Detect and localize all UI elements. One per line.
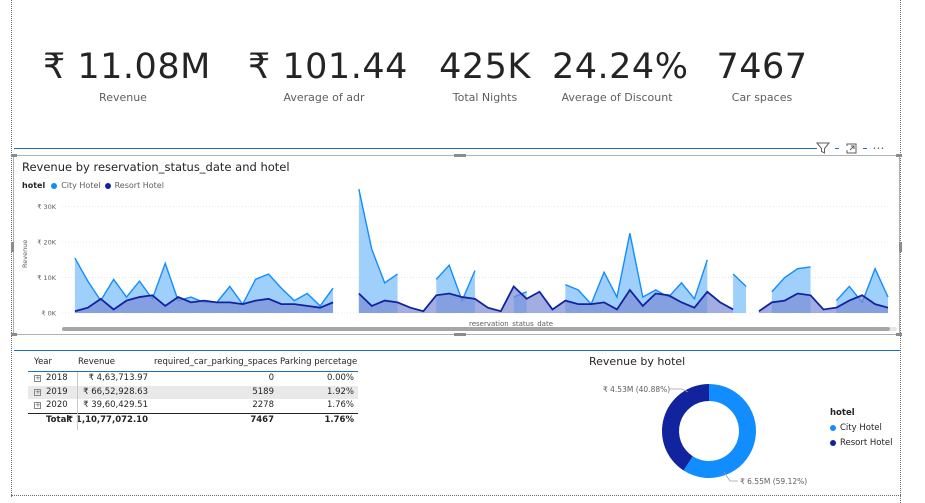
y-tick-label: ₹ 30K xyxy=(37,203,56,211)
kpi-label: Average of Discount xyxy=(561,91,673,104)
kpi-card-revenue[interactable]: ₹ 11.08M Revenue xyxy=(43,45,211,104)
donut-legend-item-resort-hotel[interactable]: Resort Hotel xyxy=(830,438,892,448)
donut-legend-title: hotel xyxy=(830,408,855,418)
expand-icon[interactable]: + xyxy=(34,375,41,382)
cell-revenue: ₹ 4,63,713.97 xyxy=(88,373,148,383)
kpi-label: Revenue xyxy=(99,91,147,104)
cell-year: 2018 xyxy=(46,373,68,383)
y-tick-label: ₹ 20K xyxy=(37,239,56,247)
cell-parking-percentage: 1.76% xyxy=(326,400,354,410)
kpi-card-average-discount[interactable]: 24.24% Average of Discount xyxy=(552,45,689,104)
page-border-bottom xyxy=(11,495,901,496)
kpi-label: Total Nights xyxy=(452,91,518,104)
focus-mode-icon[interactable] xyxy=(843,140,859,156)
horizontal-scrollbar-thumb[interactable] xyxy=(62,327,890,331)
donut-label-resort-hotel: ₹ 4.53M (40.88%) xyxy=(603,385,671,394)
expand-icon[interactable]: + xyxy=(34,388,41,396)
legend-label: City Hotel xyxy=(840,423,882,433)
kpi-value: 425K xyxy=(439,47,531,87)
cell-parking-percentage: 1.92% xyxy=(326,386,354,397)
legend-marker-resort-hotel xyxy=(830,440,836,446)
more-options-icon[interactable]: ⋯ xyxy=(871,140,887,156)
y-tick-label: ₹ 10K xyxy=(37,274,56,282)
cell-revenue: ₹ 66,52,928.63 xyxy=(83,386,148,397)
cell-total-parking-percentage: 1.76% xyxy=(324,414,355,425)
donut-legend-item-city-hotel[interactable]: City Hotel xyxy=(830,423,892,433)
cell-total-revenue: ₹ 1,10,77,072.10 xyxy=(67,414,148,425)
kpi-value: ₹ 101.44 xyxy=(248,47,408,87)
kpi-value: 7467 xyxy=(716,47,808,87)
y-tick-label: ₹ 0K xyxy=(41,310,56,318)
cell-parking-spaces: 0 xyxy=(268,373,274,383)
donut-chart-title: Revenue by hotel xyxy=(589,355,686,368)
column-header-parking-percentage[interactable]: Parking percetage xyxy=(280,355,357,369)
cell-parking-spaces: 5189 xyxy=(252,386,274,397)
matrix-table[interactable]: Year Revenue required_car_parking_spaces… xyxy=(28,355,358,435)
expand-icon[interactable]: + xyxy=(34,402,41,409)
kpi-card-average-adr[interactable]: ₹ 101.44 Average of adr xyxy=(248,45,408,104)
leader-line-city xyxy=(723,471,738,482)
leader-line-resort xyxy=(670,388,689,393)
donut-slice-resort-hotel[interactable] xyxy=(661,384,709,471)
cell-year: 2020 xyxy=(46,400,68,410)
area-chart-visual[interactable]: Revenue by reservation_status_date and h… xyxy=(11,154,902,336)
donut-label-city-hotel: ₹ 6.55M (59.12%) xyxy=(740,477,808,486)
cell-year: 2019 xyxy=(46,386,68,397)
cell-total-label: Total xyxy=(46,414,70,425)
series-area-city-hotel xyxy=(358,189,398,313)
column-header-year[interactable]: Year xyxy=(34,355,52,369)
legend-marker-city-hotel xyxy=(830,425,836,431)
y-axis-title: Revenue xyxy=(21,240,29,268)
filter-icon[interactable] xyxy=(815,140,831,156)
area-chart-plot: ₹ 0K ₹ 10K ₹ 20K ₹ 30K Revenue reservation_… xyxy=(21,188,897,331)
legend-label: Resort Hotel xyxy=(840,438,893,448)
cell-total-parking-spaces: 7467 xyxy=(250,414,274,425)
column-header-revenue[interactable]: Revenue xyxy=(78,355,115,369)
cell-parking-spaces: 2278 xyxy=(252,400,274,410)
table-header-row: Year Revenue required_car_parking_spaces… xyxy=(28,355,358,372)
kpi-label: Car spaces xyxy=(731,91,793,104)
kpi-value: ₹ 11.08M xyxy=(43,47,211,87)
cell-revenue: ₹ 39,60,429.51 xyxy=(83,400,148,410)
cell-parking-percentage: 0.00% xyxy=(326,373,354,383)
kpi-card-car-spaces[interactable]: 7467 Car spaces xyxy=(712,45,812,104)
x-axis-title: reservation_status_date xyxy=(469,320,553,328)
column-header-parking-spaces[interactable]: required_car_parking_spaces xyxy=(154,355,277,369)
donut-legend: hotel City Hotel Resort Hotel xyxy=(830,408,892,448)
column-divider xyxy=(77,372,78,430)
kpi-value: 24.24% xyxy=(552,47,689,87)
kpi-label: Average of adr xyxy=(283,91,365,104)
donut-slice-city-hotel[interactable] xyxy=(683,384,756,478)
section-divider xyxy=(14,350,900,351)
section-divider xyxy=(14,148,817,149)
kpi-card-total-nights[interactable]: 425K Total Nights xyxy=(432,45,538,104)
